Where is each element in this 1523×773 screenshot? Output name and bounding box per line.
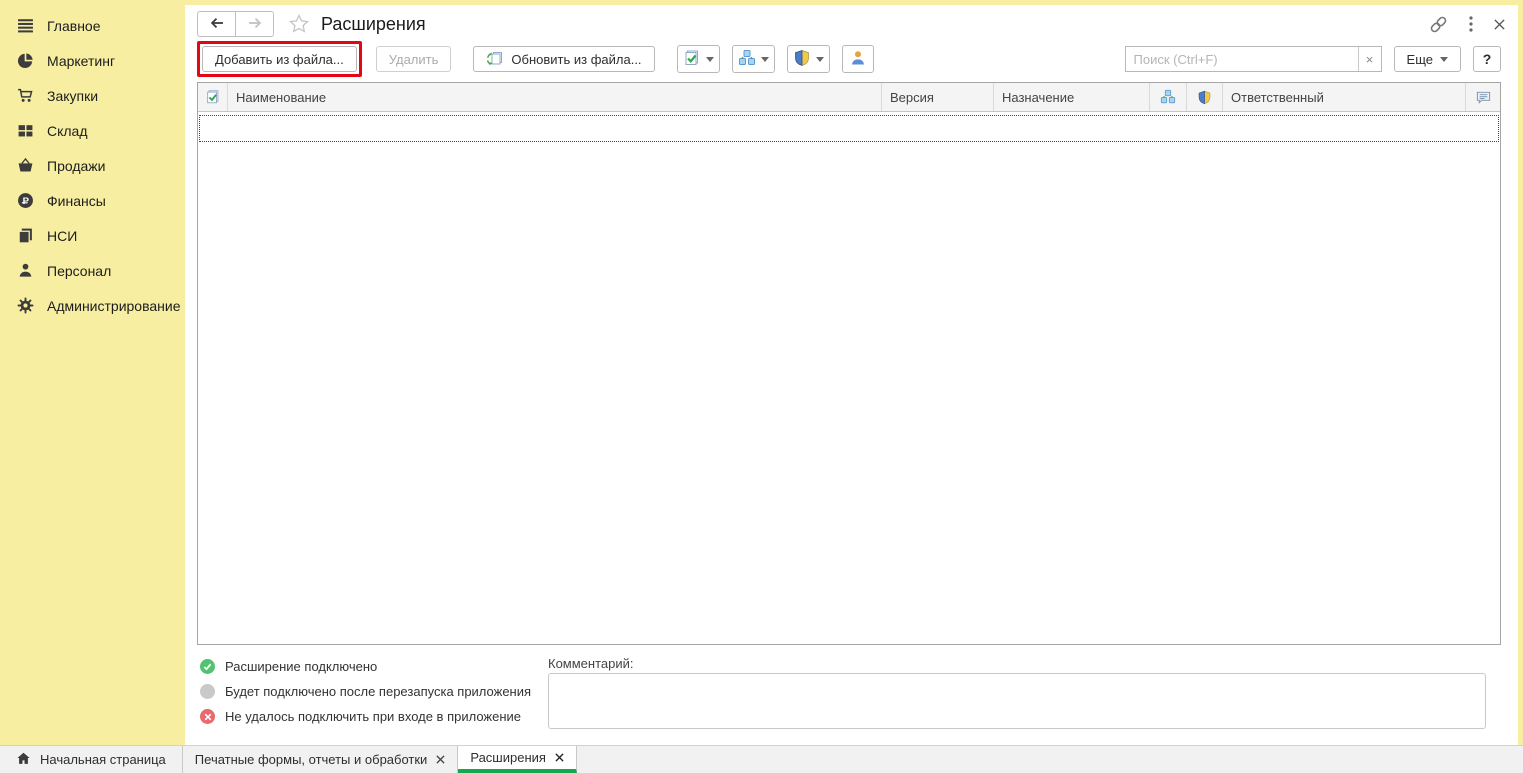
help-button[interactable]: ? (1473, 46, 1501, 72)
sidebar-item-main[interactable]: Главное (0, 8, 185, 43)
legend-label: Не удалось подключить при входе в прилож… (225, 709, 521, 724)
responsible-user-button[interactable] (842, 45, 874, 73)
link-icon[interactable] (1428, 14, 1449, 35)
annotation-highlight-box: Добавить из файла... (197, 41, 362, 77)
status-connected-icon (200, 659, 215, 674)
legend-item-failed: Не удалось подключить при входе в прилож… (200, 704, 531, 729)
sidebar-item-nsi[interactable]: НСИ (0, 218, 185, 253)
open-windows-bar: Начальная страница Печатные формы, отчет… (0, 745, 1523, 773)
extensions-table[interactable]: Наименование Версия Назначение Ответстве… (197, 82, 1501, 645)
more-label: Еще (1407, 52, 1433, 67)
favorite-star-icon[interactable] (288, 13, 310, 35)
column-comment-icon[interactable] (1466, 83, 1500, 111)
legend-label: Расширение подключено (225, 659, 377, 674)
clear-search-button[interactable]: × (1358, 47, 1381, 71)
pages-check-icon (683, 49, 701, 70)
sidebar-item-administration[interactable]: Администрирование (0, 288, 185, 323)
sidebar-item-label: Персонал (47, 263, 111, 279)
page-title: Расширения (321, 14, 426, 35)
distributed-infobase-dropdown[interactable] (732, 45, 775, 73)
column-safe-mode-icon[interactable] (1187, 83, 1223, 111)
page-header: Расширения (197, 9, 1506, 39)
status-failed-icon (200, 709, 215, 724)
cart-icon (17, 87, 34, 104)
sidebar-item-personnel[interactable]: Персонал (0, 253, 185, 288)
home-page-label: Начальная страница (40, 752, 166, 767)
more-button[interactable]: Еще (1394, 46, 1461, 72)
basket-icon (17, 157, 34, 174)
arrow-left-icon (209, 15, 225, 34)
table-header: Наименование Версия Назначение Ответстве… (198, 83, 1500, 112)
sidebar-item-warehouse[interactable]: Склад (0, 113, 185, 148)
legend-item-connected: Расширение подключено (200, 654, 531, 679)
column-enabled-icon[interactable] (198, 83, 228, 111)
sidebar-item-label: НСИ (47, 228, 77, 244)
column-name[interactable]: Наименование (228, 83, 882, 111)
enable-extension-dropdown[interactable] (677, 45, 720, 73)
books-icon (17, 227, 34, 244)
menu-icon (17, 17, 34, 34)
safe-mode-dropdown[interactable] (787, 45, 830, 73)
search-input[interactable] (1126, 47, 1358, 71)
comment-label: Комментарий: (548, 656, 634, 671)
update-from-file-label: Обновить из файла... (511, 52, 641, 67)
status-pending-icon (200, 684, 215, 699)
user-icon (849, 49, 867, 70)
sidebar-item-label: Склад (47, 123, 88, 139)
column-purpose[interactable]: Назначение (994, 83, 1150, 111)
nav-history-buttons (197, 11, 274, 37)
tab-label: Расширения (470, 750, 546, 765)
sidebar-item-sales[interactable]: Продажи (0, 148, 185, 183)
chevron-down-icon (1440, 57, 1448, 62)
command-bar: Добавить из файла... Удалить Обновить из… (197, 42, 1501, 76)
column-version[interactable]: Версия (882, 83, 994, 111)
tab-close-icon[interactable] (555, 753, 564, 762)
chevron-down-icon (816, 57, 824, 62)
person-icon (17, 262, 34, 279)
back-button[interactable] (197, 11, 236, 37)
home-page-tab[interactable]: Начальная страница (0, 746, 182, 773)
update-pages-icon (486, 50, 504, 68)
pie-chart-icon (17, 52, 34, 69)
sidebar-item-label: Маркетинг (47, 53, 115, 69)
sidebar-item-label: Закупки (47, 88, 98, 104)
legend-item-after-restart: Будет подключено после перезапуска прило… (200, 679, 531, 704)
gear-icon (17, 297, 34, 314)
sidebar-item-finance[interactable]: P Финансы (0, 183, 185, 218)
close-icon[interactable] (1493, 18, 1506, 31)
svg-text:P: P (23, 196, 30, 207)
kebab-menu-icon[interactable] (1469, 16, 1473, 32)
sidebar-item-label: Администрирование (47, 298, 181, 314)
chevron-down-icon (706, 57, 714, 62)
update-from-file-button[interactable]: Обновить из файла... (473, 46, 654, 72)
sidebar-item-marketing[interactable]: Маркетинг (0, 43, 185, 78)
ruble-icon: P (17, 192, 34, 209)
column-responsible[interactable]: Ответственный (1223, 83, 1466, 111)
sidebar-item-label: Продажи (47, 158, 105, 174)
sidebar-item-purchasing[interactable]: Закупки (0, 78, 185, 113)
tab-extensions[interactable]: Расширения (458, 746, 577, 773)
chevron-down-icon (761, 57, 769, 62)
home-icon (16, 751, 31, 769)
delete-button[interactable]: Удалить (376, 46, 452, 72)
shield-icon (793, 49, 811, 70)
table-current-row[interactable] (199, 115, 1499, 142)
sidebar-item-label: Главное (47, 18, 101, 34)
comment-input[interactable] (548, 673, 1486, 729)
legend-label: Будет подключено после перезапуска прило… (225, 684, 531, 699)
section-sidebar: Главное Маркетинг Закупки Склад Продажи … (0, 8, 185, 323)
status-legend: Расширение подключено Будет подключено п… (200, 654, 531, 729)
column-distributed-icon[interactable] (1150, 83, 1187, 111)
cubes-icon (738, 49, 756, 70)
sidebar-item-label: Финансы (47, 193, 106, 209)
grid-icon (17, 122, 34, 139)
tab-close-icon[interactable] (436, 755, 445, 764)
tab-label: Печатные формы, отчеты и обработки (195, 752, 428, 767)
search-box: × (1125, 46, 1382, 72)
add-from-file-button[interactable]: Добавить из файла... (202, 46, 357, 72)
arrow-right-icon (247, 15, 263, 34)
forward-button[interactable] (236, 11, 274, 37)
tab-print-forms[interactable]: Печатные формы, отчеты и обработки (183, 746, 458, 773)
